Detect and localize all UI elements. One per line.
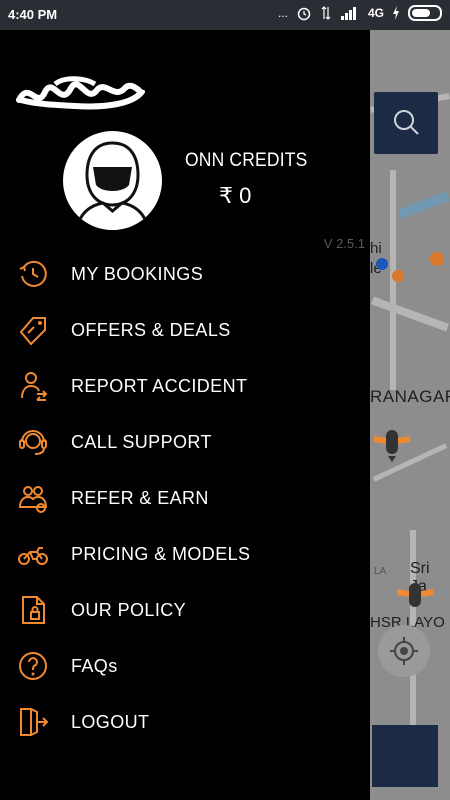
map-label: hi bbox=[370, 240, 382, 257]
user-name-scribble bbox=[16, 76, 145, 110]
menu-item-label: OUR POLICY bbox=[71, 600, 187, 620]
bike-marker-icon[interactable] bbox=[395, 575, 435, 615]
offers-tag-icon bbox=[19, 317, 46, 346]
crosshair-icon bbox=[390, 637, 418, 665]
helmet-avatar-icon bbox=[75, 141, 150, 230]
data-transfer-icon bbox=[321, 6, 331, 20]
menu-item-my-bookings[interactable]: MY BOOKINGS bbox=[0, 246, 370, 302]
menu-item-report-accident[interactable]: REPORT ACCIDENT bbox=[0, 358, 370, 414]
booking-history-icon bbox=[19, 260, 47, 287]
bike-marker-icon[interactable] bbox=[372, 422, 412, 462]
status-icons: ... 4G bbox=[278, 5, 442, 21]
status-bar: 4:40 PM ... 4G bbox=[0, 0, 450, 30]
current-location-dot bbox=[376, 258, 388, 270]
menu-item-label: OFFERS & DEALS bbox=[71, 320, 231, 340]
credits-balance: ₹ 0 bbox=[219, 183, 252, 208]
menu-item-label: REPORT ACCIDENT bbox=[71, 376, 248, 396]
headset-icon bbox=[19, 430, 47, 455]
charging-icon bbox=[393, 6, 399, 20]
profile-avatar[interactable] bbox=[63, 131, 162, 230]
report-accident-icon bbox=[21, 372, 48, 401]
menu-item-label: MY BOOKINGS bbox=[71, 264, 204, 284]
refer-people-icon bbox=[18, 486, 48, 513]
navigation-drawer: ONN CREDITS ₹ 0 V 2.5.1 MY BOOKINGS OFFE… bbox=[0, 30, 370, 800]
my-location-button[interactable] bbox=[378, 625, 430, 677]
policy-document-icon bbox=[22, 596, 45, 624]
status-dots: ... bbox=[277, 6, 288, 20]
menu-item-our-policy[interactable]: OUR POLICY bbox=[0, 582, 370, 638]
menu-item-label: LOGOUT bbox=[71, 712, 150, 732]
temple-poi-icon bbox=[430, 252, 444, 266]
menu-item-faqs[interactable]: FAQs bbox=[0, 638, 370, 694]
menu-item-label: FAQs bbox=[71, 656, 118, 676]
map-label: LA bbox=[374, 566, 387, 577]
logout-icon bbox=[20, 708, 49, 736]
battery-icon bbox=[408, 5, 442, 21]
menu-item-call-support[interactable]: CALL SUPPORT bbox=[0, 414, 370, 470]
temple-poi-icon bbox=[392, 270, 404, 282]
map-label: RANAGAR bbox=[370, 387, 450, 406]
signal-icon bbox=[340, 7, 356, 20]
alarm-icon bbox=[297, 7, 311, 21]
menu-item-pricing-models[interactable]: PRICING & MODELS bbox=[0, 526, 370, 582]
menu-item-refer-earn[interactable]: REFER & EARN bbox=[0, 470, 370, 526]
network-type: 4G bbox=[367, 6, 384, 20]
question-icon bbox=[19, 652, 47, 680]
map-search-button[interactable] bbox=[374, 92, 438, 154]
menu-item-offers-deals[interactable]: OFFERS & DEALS bbox=[0, 302, 370, 358]
map-bottom-button[interactable] bbox=[372, 725, 438, 787]
search-icon bbox=[394, 110, 419, 135]
status-time: 4:40 PM bbox=[8, 7, 58, 22]
menu-item-label: PRICING & MODELS bbox=[71, 544, 251, 564]
motorcycle-icon bbox=[18, 547, 48, 565]
menu-item-logout[interactable]: LOGOUT bbox=[0, 694, 370, 750]
menu-item-label: REFER & EARN bbox=[71, 488, 209, 508]
menu-item-label: CALL SUPPORT bbox=[71, 432, 212, 452]
credits-title: ONN CREDITS bbox=[185, 150, 308, 171]
